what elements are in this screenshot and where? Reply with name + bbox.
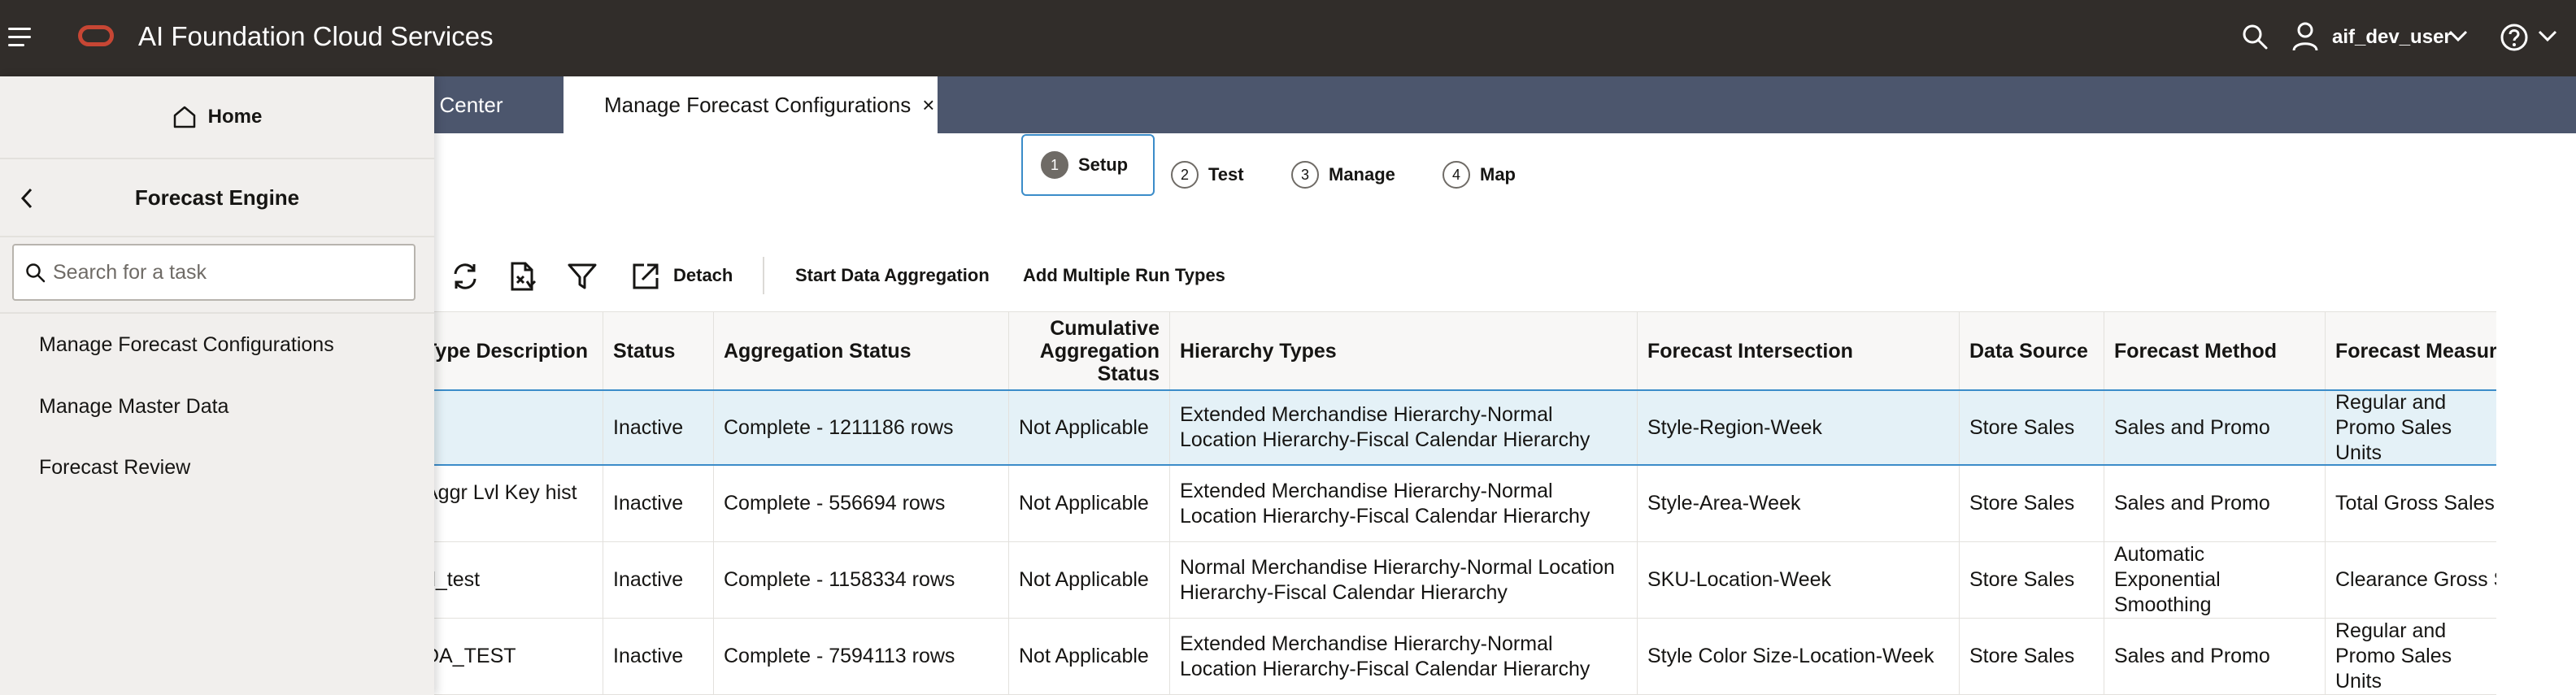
step-label: Test — [1208, 164, 1244, 185]
column-header-forecast-intersection[interactable]: Forecast Intersection — [1638, 312, 1960, 390]
oracle-logo — [78, 25, 114, 46]
detach-icon[interactable] — [629, 260, 662, 293]
cell-status: Inactive — [603, 466, 714, 541]
cell-status: Inactive — [603, 391, 714, 464]
section-title: Forecast Engine — [134, 185, 300, 210]
cell-forecast-method: Sales and Promo — [2104, 391, 2326, 464]
step-manage[interactable]: 3 Manage — [1291, 154, 1395, 195]
cell-forecast-measure: Regular and Promo Sales Units — [2335, 619, 2452, 693]
cell-forecast-method: Sales and Promo — [2104, 466, 2326, 541]
cell-type-description: Aggr Lvl Key hist — [415, 466, 603, 541]
cell-type-description — [415, 391, 603, 464]
search-icon — [26, 263, 46, 283]
close-icon[interactable]: × — [922, 93, 934, 118]
cell-data-source: Store Sales — [1960, 391, 2104, 464]
column-header-cumulative-aggregation-status[interactable]: Cumulative Aggregation Status — [1009, 312, 1170, 390]
step-number: 1 — [1041, 151, 1068, 179]
add-multiple-run-types-button[interactable]: Add Multiple Run Types — [1023, 265, 1225, 286]
task-manage-forecast-configurations[interactable]: Manage Forecast Configurations — [39, 333, 334, 357]
export-icon[interactable] — [506, 260, 538, 293]
app-title: AI Foundation Cloud Services — [138, 21, 494, 51]
toolbar-divider — [763, 257, 764, 294]
drawer-section-header: Forecast Engine — [0, 159, 434, 237]
cell-status: Inactive — [603, 619, 714, 694]
step-number: 3 — [1291, 161, 1319, 189]
home-label: Home — [207, 106, 263, 128]
cell-forecast-method: Sales and Promo — [2104, 619, 2326, 694]
chevron-down-icon[interactable] — [2537, 28, 2558, 44]
cell-forecast-measure: Clearance Gross S — [2335, 568, 2496, 591]
step-label: Setup — [1078, 154, 1129, 175]
column-header-status[interactable]: Status — [603, 312, 714, 390]
detach-button[interactable]: Detach — [673, 265, 733, 286]
user-icon[interactable] — [2291, 21, 2319, 52]
cell-aggregation-status: Complete - 7594113 rows — [714, 619, 1009, 694]
column-header-hierarchy-types[interactable]: Hierarchy Types — [1170, 312, 1638, 390]
refresh-icon[interactable] — [449, 260, 481, 293]
step-number: 2 — [1171, 161, 1199, 189]
user-name[interactable]: aif_dev_user — [2332, 26, 2452, 49]
step-label: Manage — [1329, 164, 1395, 185]
step-test[interactable]: 2 Test — [1171, 154, 1244, 195]
cell-aggregation-status: Complete - 1158334 rows — [714, 542, 1009, 618]
help-icon[interactable] — [2500, 23, 2529, 52]
cell-cumulative-aggregation-status: Not Applicable — [1009, 466, 1170, 541]
cell-hierarchy-types: Extended Merchandise Hierarchy-Normal Lo… — [1170, 619, 1638, 694]
step-map[interactable]: 4 Map — [1442, 154, 1516, 195]
tab-label: Manage Forecast Configurations — [604, 92, 912, 117]
cell-forecast-intersection: Style-Region-Week — [1638, 391, 1960, 464]
cell-forecast-intersection: Style-Area-Week — [1638, 466, 1960, 541]
cell-hierarchy-types: Normal Merchandise Hierarchy-Normal Loca… — [1170, 542, 1638, 618]
cell-cumulative-aggregation-status: Not Applicable — [1009, 391, 1170, 464]
hamburger-menu-icon[interactable] — [8, 24, 36, 50]
step-label: Map — [1480, 164, 1516, 185]
column-header-forecast-measure[interactable]: Forecast Measure — [2326, 312, 2496, 390]
step-setup[interactable]: 1 Setup — [1021, 134, 1155, 196]
task-forecast-review[interactable]: Forecast Review — [39, 456, 190, 480]
filter-icon[interactable] — [566, 260, 598, 293]
column-header-forecast-method[interactable]: Forecast Method — [2104, 312, 2326, 390]
column-header-type-description[interactable]: Type Description — [415, 312, 603, 390]
cell-status: Inactive — [603, 542, 714, 618]
cell-type-description: d_test — [415, 542, 603, 618]
cell-forecast-intersection: SKU-Location-Week — [1638, 542, 1960, 618]
column-header-aggregation-status[interactable]: Aggregation Status — [714, 312, 1009, 390]
cell-aggregation-status: Complete - 556694 rows — [714, 466, 1009, 541]
tab-manage-forecast-configurations[interactable]: Manage Forecast Configurations × — [564, 76, 938, 133]
chevron-down-icon[interactable] — [2448, 28, 2469, 44]
cell-forecast-measure: Total Gross Sales U — [2335, 492, 2496, 515]
task-search-input[interactable] — [53, 247, 402, 298]
cell-hierarchy-types: Extended Merchandise Hierarchy-Normal Lo… — [1170, 466, 1638, 541]
search-icon[interactable] — [2241, 23, 2269, 50]
cell-aggregation-status: Complete - 1211186 rows — [714, 391, 1009, 464]
cell-data-source: Store Sales — [1960, 619, 2104, 694]
start-data-aggregation-button[interactable]: Start Data Aggregation — [795, 265, 990, 286]
step-number: 4 — [1442, 161, 1470, 189]
home-link[interactable]: Home — [0, 76, 434, 159]
cell-hierarchy-types: Extended Merchandise Hierarchy-Normal Lo… — [1170, 391, 1638, 464]
column-header-data-source[interactable]: Data Source — [1960, 312, 2104, 390]
cell-data-source: Store Sales — [1960, 466, 2104, 541]
cell-forecast-intersection: Style Color Size-Location-Week — [1638, 619, 1960, 694]
cell-data-source: Store Sales — [1960, 542, 2104, 618]
drawer-divider — [0, 312, 434, 314]
cell-forecast-measure: Regular and Promo Sales Units — [2335, 391, 2452, 464]
cell-cumulative-aggregation-status: Not Applicable — [1009, 619, 1170, 694]
home-icon — [173, 106, 195, 128]
cell-cumulative-aggregation-status: Not Applicable — [1009, 542, 1170, 618]
cell-forecast-method: Automatic Exponential Smoothing — [2104, 542, 2326, 618]
cell-type-description: DA_TEST — [415, 619, 603, 694]
task-manage-master-data[interactable]: Manage Master Data — [39, 395, 228, 419]
top-header: AI Foundation Cloud Services aif_dev_use… — [0, 0, 2576, 76]
task-search — [12, 244, 416, 301]
navigation-drawer: Home Forecast Engine Manage Forecast Con… — [0, 76, 434, 695]
